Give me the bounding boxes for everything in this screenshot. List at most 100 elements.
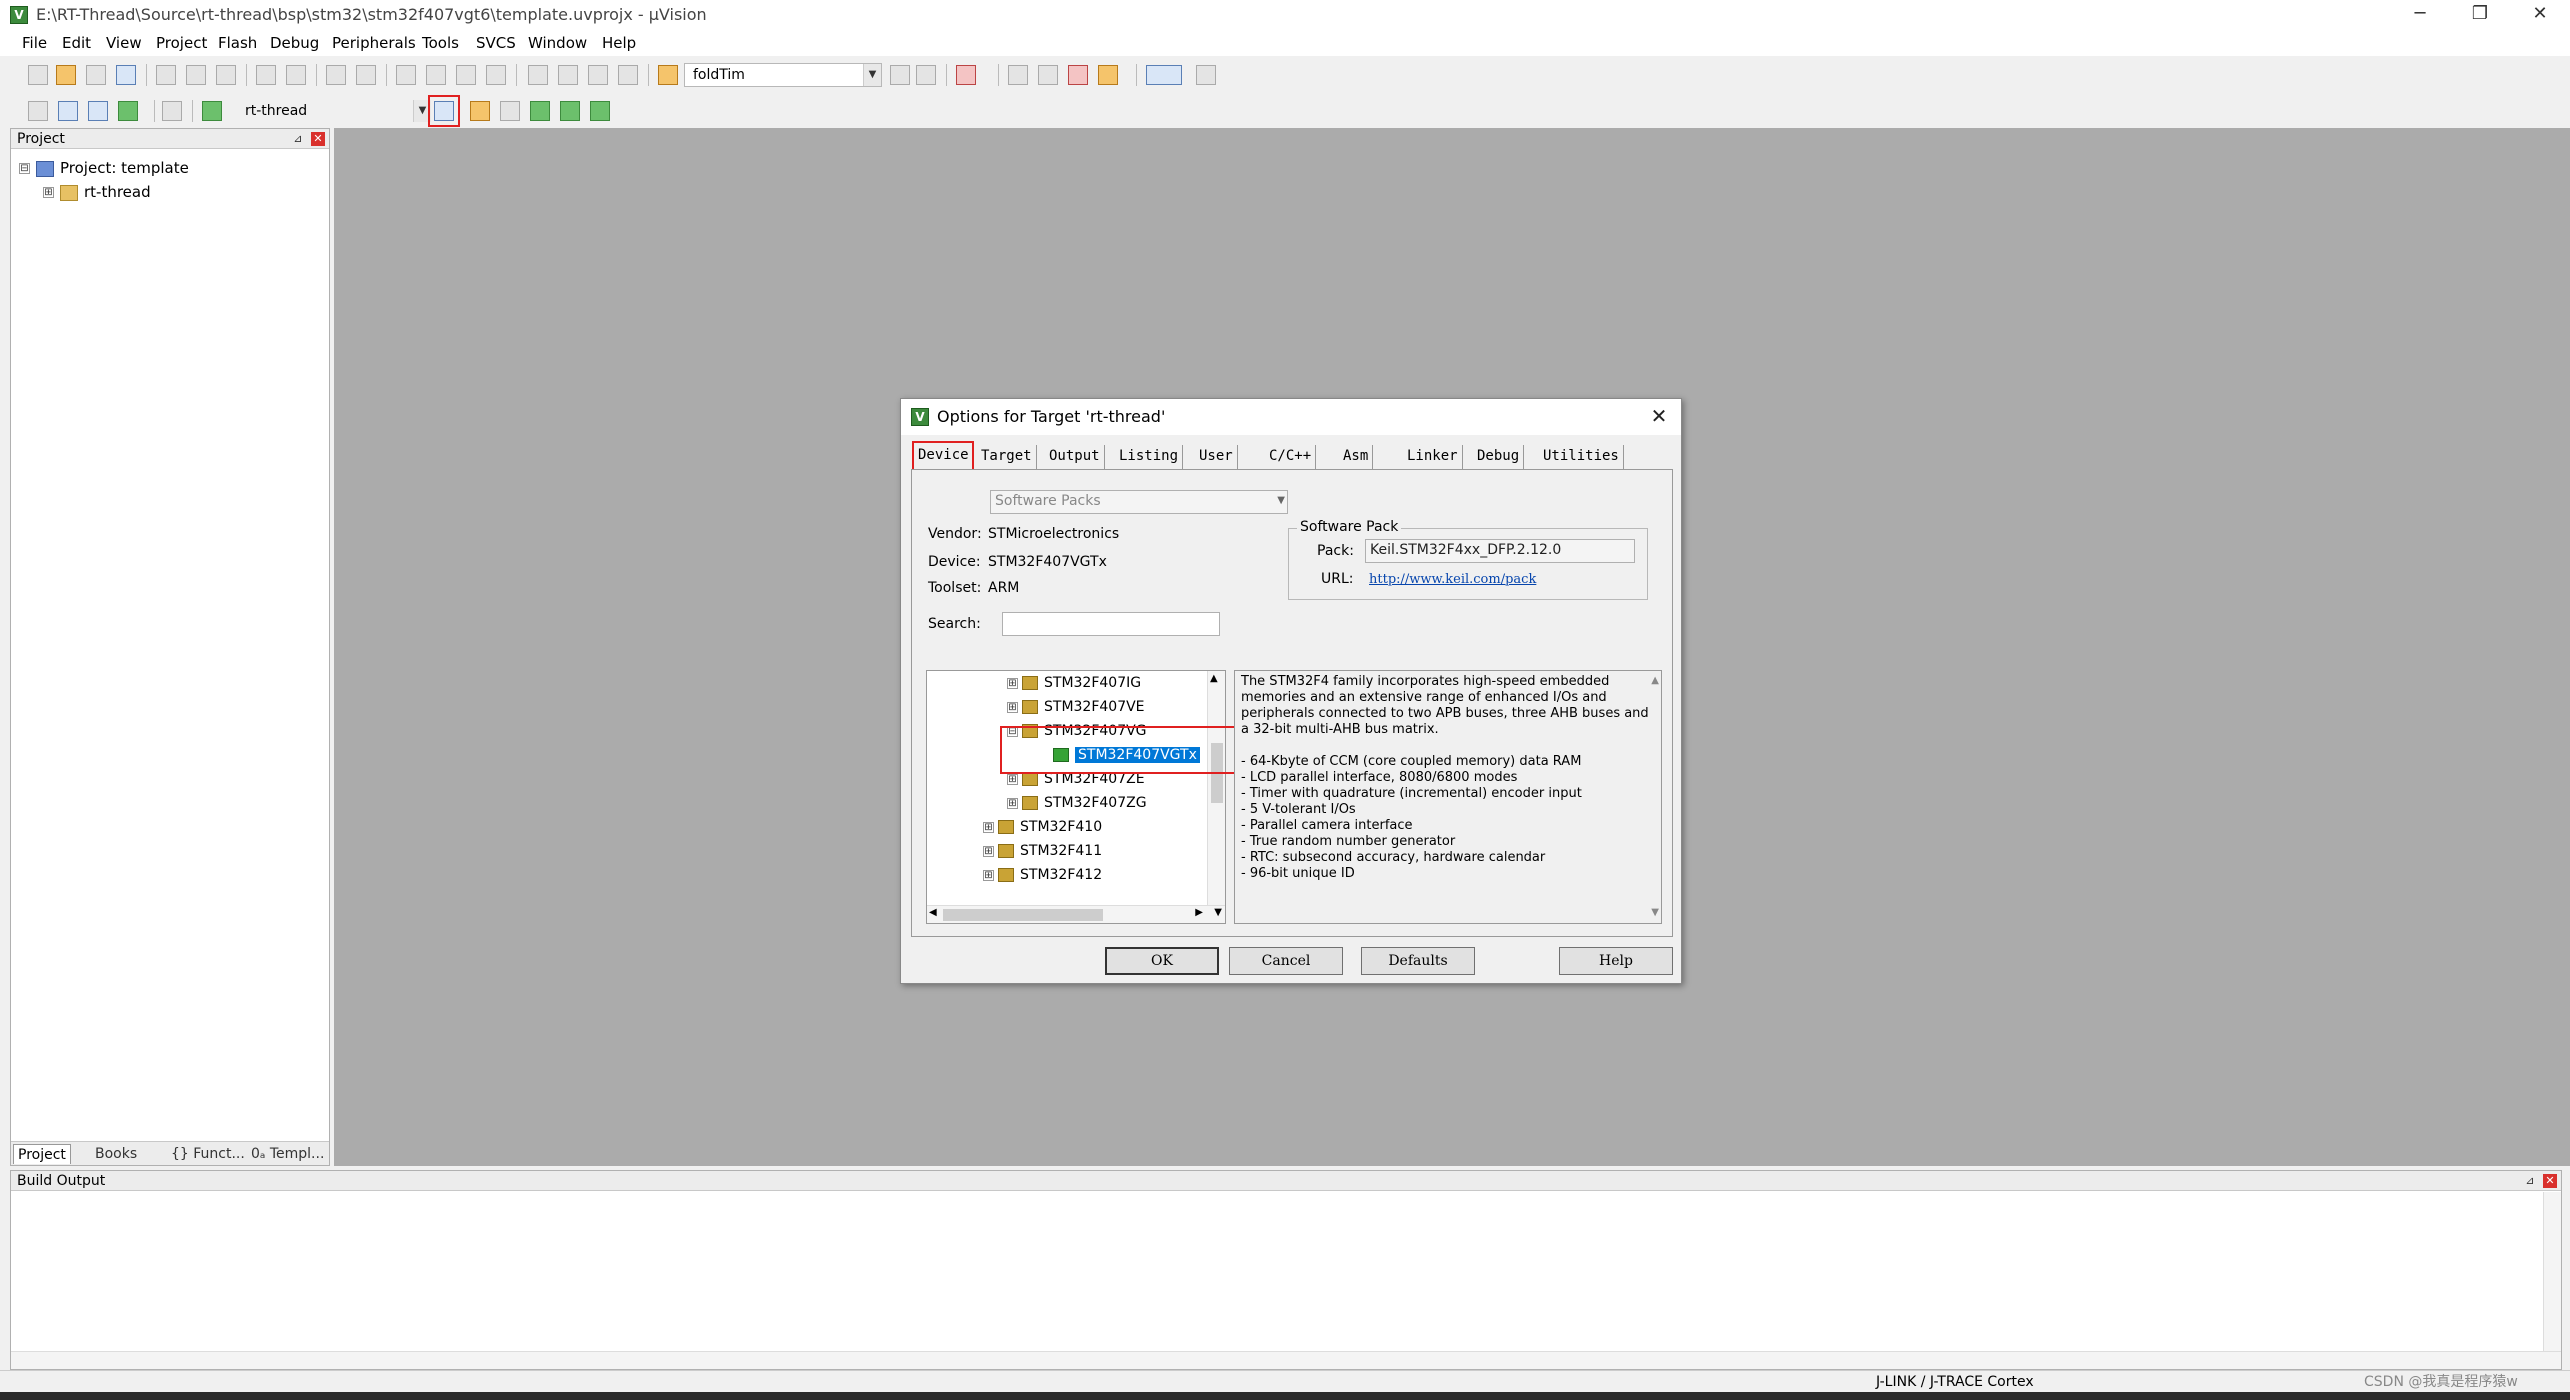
window-layout-icon[interactable] [1146,65,1182,85]
menu-view[interactable]: View [106,34,142,52]
event-recorder-icon[interactable] [590,101,610,121]
tree-item-rt-thread[interactable]: ⊞ rt-thread [43,181,151,203]
scroll-right-icon[interactable]: ▶ [1195,907,1203,918]
manage-rte-icon[interactable] [530,101,550,121]
menu-window[interactable]: Window [528,34,587,52]
close-icon[interactable]: ✕ [1647,405,1671,429]
open-file-icon[interactable] [56,65,76,85]
clear-bookmarks-icon[interactable] [486,65,506,85]
rebuild-icon[interactable] [88,101,108,121]
debug-session-icon[interactable] [956,65,976,85]
close-panel-icon[interactable]: ✕ [2543,1174,2557,1188]
batch-build-icon[interactable] [118,101,138,121]
disable-breakpoint-icon[interactable] [1038,65,1058,85]
menu-svcs[interactable]: SVCS [476,34,516,52]
menu-tools[interactable]: Tools [422,34,459,52]
select-pack-icon[interactable] [500,101,520,121]
expand-icon[interactable]: ⊞ [983,869,994,881]
redo-icon[interactable] [286,65,306,85]
tab-templates[interactable]: 0ₐ Templ... [251,1144,324,1164]
pin-icon[interactable]: ⊿ [2523,1174,2537,1188]
tab-debug[interactable]: Debug [1473,445,1525,469]
scroll-up-icon[interactable]: ▲ [1210,673,1218,684]
menu-flash[interactable]: Flash [218,34,257,52]
uncomment-icon[interactable] [618,65,638,85]
device-tree-item[interactable]: ⊞ STM32F407IG [1007,671,1141,695]
save-all-icon[interactable] [116,65,136,85]
find-combo[interactable]: foldTim ▼ [684,63,882,87]
tab-target[interactable]: Target [977,445,1037,469]
expand-icon[interactable]: ⊞ [983,845,994,857]
kill-breakpoints-icon[interactable] [1068,65,1088,85]
tab-utilities[interactable]: Utilities [1539,445,1624,469]
collapse-icon[interactable]: ⊟ [19,163,30,174]
horizontal-scrollbar[interactable]: ◀ ▶ ▼ [927,905,1225,923]
scroll-down-icon[interactable]: ▼ [1651,905,1659,921]
undo-icon[interactable] [256,65,276,85]
expand-icon[interactable]: ⊞ [1007,797,1018,809]
translate-icon[interactable] [28,101,48,121]
tab-linker[interactable]: Linker [1403,445,1463,469]
tools-wrench-icon[interactable] [1196,65,1216,85]
vertical-scrollbar[interactable]: ▲ [1207,671,1225,923]
nav-back-icon[interactable] [326,65,346,85]
cancel-button[interactable]: Cancel [1229,947,1343,975]
scroll-left-icon[interactable]: ◀ [929,907,937,918]
chevron-down-icon[interactable]: ▼ [1277,491,1285,511]
download-icon[interactable] [202,101,222,121]
prev-bookmark-icon[interactable] [426,65,446,85]
expand-icon[interactable]: ⊞ [43,187,54,198]
cut-icon[interactable] [156,65,176,85]
menu-help[interactable]: Help [602,34,636,52]
scroll-down-icon[interactable]: ▼ [1214,907,1222,918]
save-icon[interactable] [86,65,106,85]
tab-books[interactable]: Books [95,1144,137,1164]
close-window-button[interactable]: ✕ [2510,0,2570,30]
chevron-down-icon[interactable]: ▼ [863,64,881,86]
tab-user[interactable]: User [1195,445,1238,469]
vertical-scrollbar[interactable] [2543,1192,2561,1352]
copy-icon[interactable] [186,65,206,85]
tab-listing[interactable]: Listing [1115,445,1184,469]
ok-button[interactable]: OK [1105,947,1219,975]
scroll-up-icon[interactable]: ▲ [1651,673,1659,689]
manage-project-items-icon[interactable] [470,101,490,121]
device-tree-item[interactable]: ⊞ STM32F407VE [1007,695,1145,719]
find-in-files-icon[interactable] [658,65,678,85]
expand-icon[interactable]: ⊞ [983,821,994,833]
breakpoint-icon[interactable] [1008,65,1028,85]
unindent-icon[interactable] [558,65,578,85]
tab-c-cpp[interactable]: C/C++ [1265,445,1317,469]
device-tree-item[interactable]: ⊞ STM32F411 [983,839,1102,863]
device-tree-item[interactable]: ⊞ STM32F412 [983,863,1102,887]
help-button[interactable]: Help [1559,947,1673,975]
tab-asm[interactable]: Asm [1339,445,1374,469]
search-input[interactable] [1002,612,1220,636]
next-bookmark-icon[interactable] [456,65,476,85]
defaults-button[interactable]: Defaults [1361,947,1475,975]
menu-project[interactable]: Project [156,34,207,52]
tab-output[interactable]: Output [1045,445,1105,469]
stop-build-icon[interactable] [162,101,182,121]
new-file-icon[interactable] [28,65,48,85]
indent-icon[interactable] [528,65,548,85]
pin-icon[interactable]: ⊿ [291,132,305,146]
pack-installer-icon[interactable] [560,101,580,121]
tab-project[interactable]: Project [13,1144,71,1164]
device-tree-item[interactable]: ⊞ STM32F410 [983,815,1102,839]
tab-functions[interactable]: {} Funct... [171,1144,245,1164]
target-combo[interactable]: rt-thread ▼ [236,99,432,123]
tree-item-project[interactable]: ⊟ Project: template [19,157,189,179]
incremental-find-icon[interactable] [916,65,936,85]
configure-icon[interactable] [1098,65,1118,85]
expand-icon[interactable]: ⊞ [1007,773,1018,785]
menu-debug[interactable]: Debug [270,34,319,52]
pack-select[interactable]: Software Packs ▼ [990,490,1288,514]
menu-edit[interactable]: Edit [62,34,91,52]
pack-url-link[interactable]: http://www.keil.com/pack [1369,572,1536,587]
nav-forward-icon[interactable] [356,65,376,85]
device-tree-item[interactable]: ⊞ STM32F407ZG [1007,791,1147,815]
close-panel-icon[interactable]: ✕ [311,132,325,146]
menu-file[interactable]: File [22,34,47,52]
expand-icon[interactable]: ⊞ [1007,677,1018,689]
